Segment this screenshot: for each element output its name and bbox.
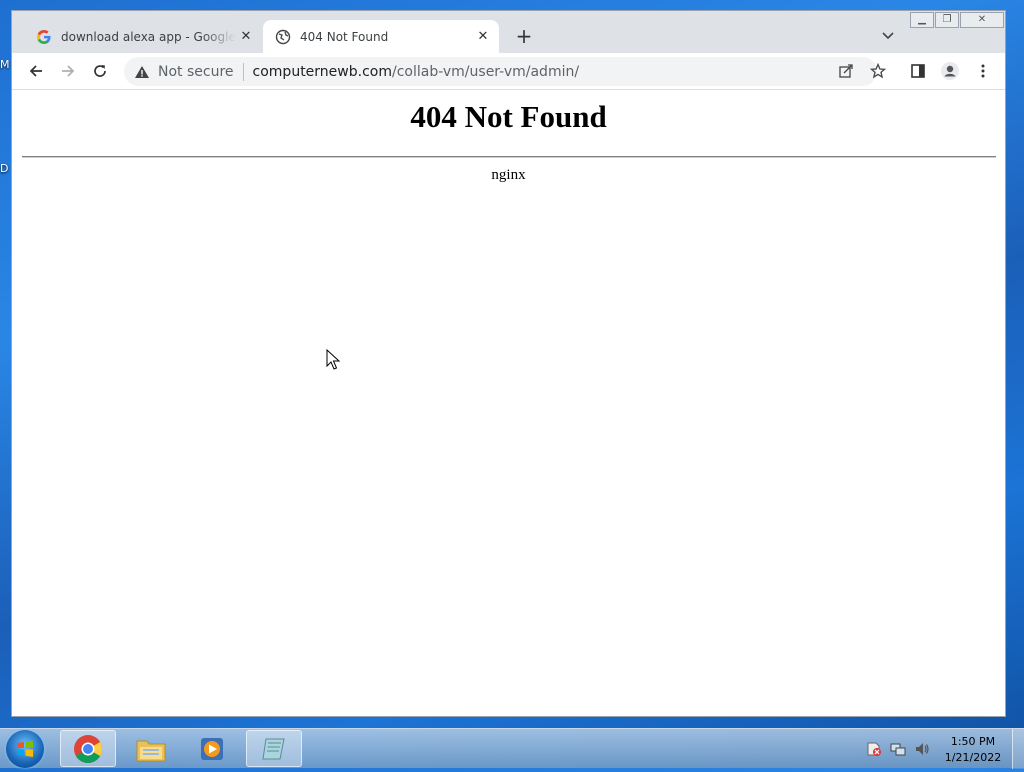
folder-icon [136,740,166,761]
side-panel-button[interactable] [908,61,928,81]
media-player-icon [201,737,223,760]
windows-logo-icon [17,740,33,757]
close-tab-icon[interactable]: ✕ [236,29,256,44]
network-icon[interactable] [890,741,906,757]
back-arrow-icon [29,65,42,77]
avatar-icon [941,62,959,80]
bookmark-button[interactable] [868,61,888,81]
minimize-button[interactable]: ▁ [910,12,934,28]
tab-strip: download alexa app - Google Se ✕ 404 Not… [12,11,1005,53]
clock-time: 1:50 PM [950,735,996,748]
chrome-icon [74,734,102,763]
more-vert-icon [981,64,985,78]
warning-icon[interactable] [134,64,150,80]
start-button[interactable] [6,730,44,768]
back-button[interactable] [26,61,46,81]
globe-icon [275,29,291,45]
server-name: nginx [491,167,526,183]
clock[interactable]: 1:50 PM 1/21/2022 [936,734,1010,766]
restore-button[interactable]: ❐ [935,12,959,28]
taskbar-chrome[interactable] [60,730,116,767]
taskbar-media-player[interactable] [184,730,240,767]
show-desktop-button[interactable] [1012,729,1024,769]
tab-title: 404 Not Found [300,29,389,44]
volume-icon[interactable] [914,741,930,757]
url-domain: computernewb.com [252,63,392,80]
taskbar: 1:50 PM 1/21/2022 [0,728,1024,769]
security-label[interactable]: Not secure [158,64,234,80]
side-panel-icon [911,64,925,78]
share-icon [839,64,853,78]
menu-button[interactable] [973,61,993,81]
reload-button[interactable] [90,61,110,81]
desktop-icon-label[interactable]: M [0,58,10,71]
url-path: /collab-vm/user-vm/admin/ [391,63,580,80]
page-title: 404 Not Found [410,99,607,134]
tab-title: download alexa app - Google Se [61,29,236,44]
close-tab-icon[interactable]: ✕ [473,29,493,44]
desktop-icon-label[interactable]: D [0,162,8,175]
forward-button[interactable] [58,61,78,81]
forward-arrow-icon [62,65,75,77]
separator [242,62,244,81]
reload-icon [94,65,106,77]
taskbar-explorer[interactable] [123,730,179,767]
browser-window: download alexa app - Google Se ✕ 404 Not… [11,10,1006,717]
address-bar[interactable]: Not secure computernewb.com/collab-vm/us… [124,57,877,86]
share-button[interactable] [836,61,856,81]
taskbar-notepad[interactable] [246,730,302,767]
close-window-button[interactable]: ✕ [960,12,1004,28]
new-tab-button[interactable]: + [513,25,535,47]
notepad-icon [262,738,285,759]
tab-404[interactable]: 404 Not Found ✕ [263,20,499,53]
divider [22,156,996,158]
toolbar: Not secure computernewb.com/collab-vm/us… [12,53,1005,90]
action-center-icon[interactable] [866,741,882,757]
profile-button[interactable] [940,61,960,81]
tab-search-chevron-icon[interactable] [880,27,896,43]
tab-google-search[interactable]: download alexa app - Google Se ✕ [24,20,262,53]
page-content: 404 Not Found nginx [12,90,1005,716]
star-icon [870,63,886,79]
mouse-cursor-icon [326,349,341,370]
google-icon [36,29,52,45]
clock-date: 1/21/2022 [944,751,1002,764]
